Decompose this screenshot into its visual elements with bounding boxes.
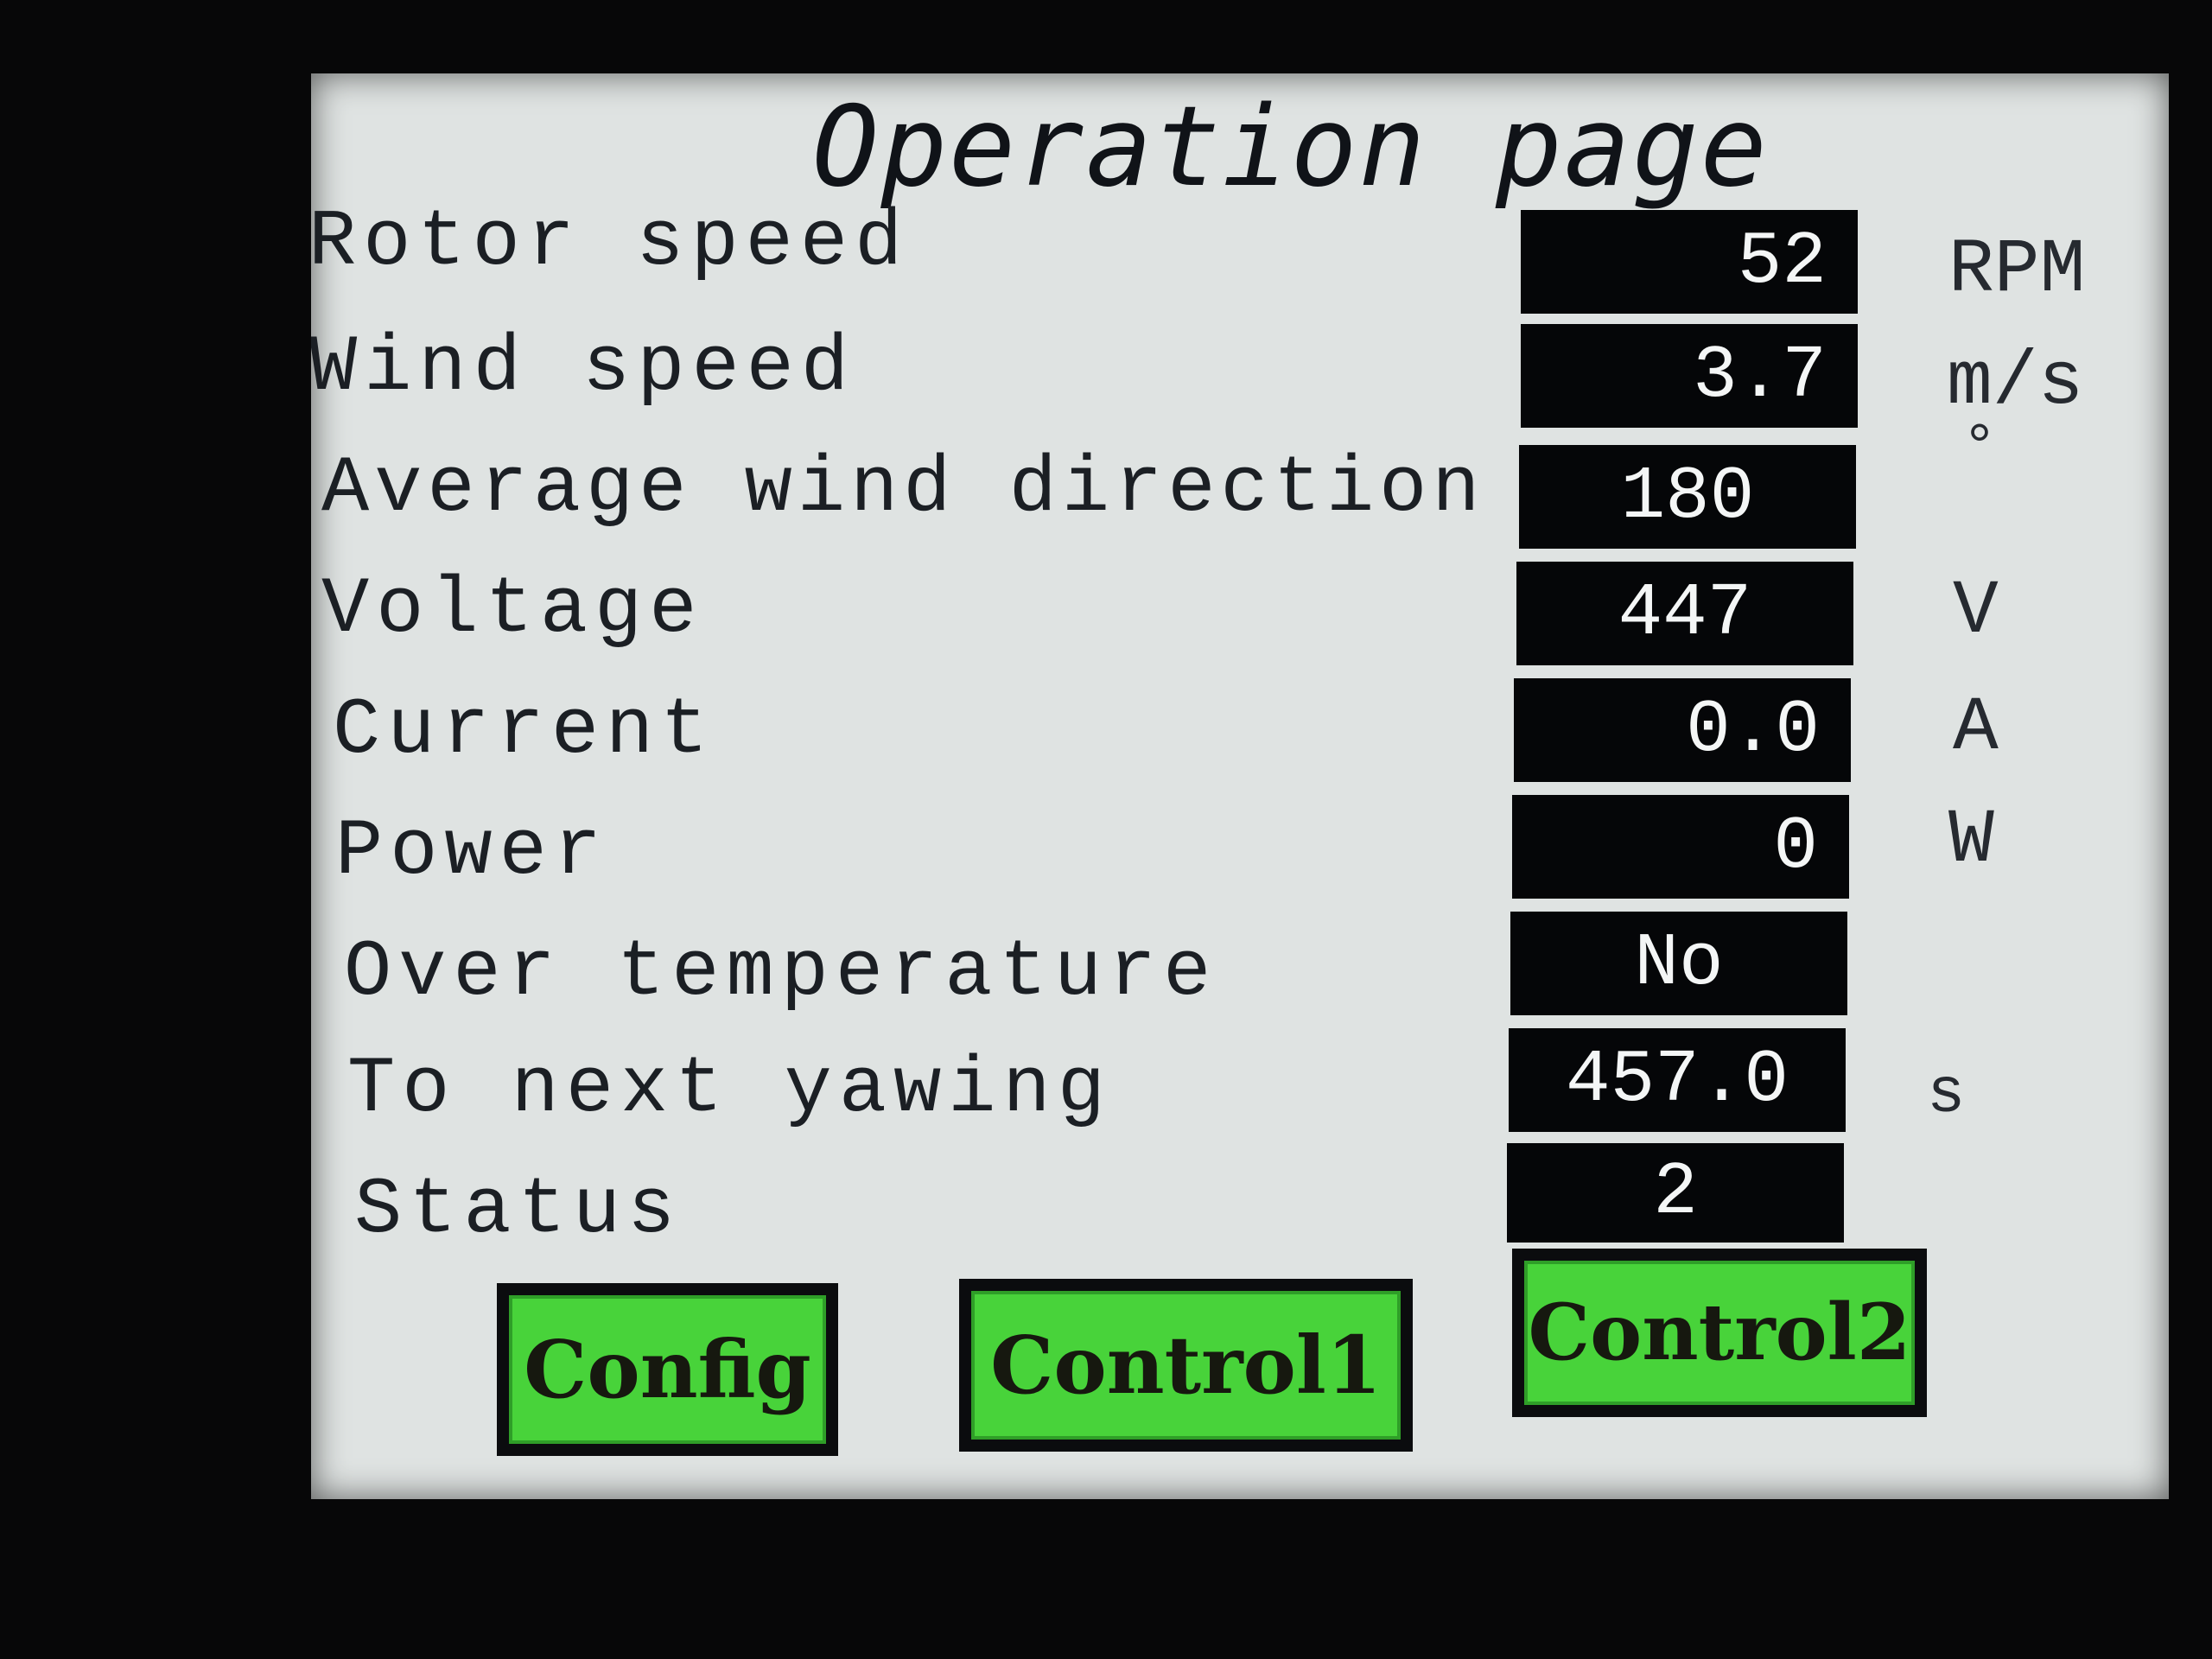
current-unit: A xyxy=(1953,686,1999,772)
rotor-speed-value: 52 xyxy=(1521,210,1858,314)
page-title: Operation page xyxy=(812,83,1769,212)
status-label: Status xyxy=(354,1165,683,1255)
to-next-yawing-value: 457.0 xyxy=(1509,1028,1846,1132)
average-wind-direction-label: Average wind direction xyxy=(321,443,1485,534)
degree-unit: ° xyxy=(1961,415,1999,483)
over-temperature-label: Over temperature xyxy=(344,927,1218,1018)
current-label: Current xyxy=(333,685,715,776)
voltage-value: 447 xyxy=(1516,562,1853,665)
power-label: Power xyxy=(335,806,609,897)
control2-button-label: Control2 xyxy=(1528,1287,1911,1378)
voltage-unit: V xyxy=(1953,569,1999,655)
control1-button-label: Control1 xyxy=(990,1319,1382,1412)
rotor-speed-unit: RPM xyxy=(1948,228,2086,314)
config-button[interactable]: Config xyxy=(497,1283,838,1456)
power-unit: W xyxy=(1948,798,1994,884)
voltage-label: Voltage xyxy=(321,564,704,655)
power-value: 0 xyxy=(1512,795,1849,899)
control2-button[interactable]: Control2 xyxy=(1512,1249,1927,1417)
yawing-unit: s xyxy=(1927,1058,1966,1131)
current-value: 0.0 xyxy=(1514,678,1851,782)
status-value: 2 xyxy=(1507,1143,1844,1243)
control1-button[interactable]: Control1 xyxy=(959,1279,1413,1452)
wind-speed-label: Wind speed xyxy=(311,322,856,413)
wind-speed-unit: m/s xyxy=(1947,340,2084,426)
hmi-screen: Operation page Rotor speed 52 RPM Wind s… xyxy=(311,73,2169,1499)
config-button-label: Config xyxy=(524,1323,811,1416)
average-wind-direction-value: 180 xyxy=(1519,445,1856,549)
wind-speed-value: 3.7 xyxy=(1521,324,1858,428)
over-temperature-value: No xyxy=(1510,912,1847,1015)
rotor-speed-label: Rotor speed xyxy=(311,197,910,288)
to-next-yawing-label: To next yawing xyxy=(347,1044,1112,1135)
